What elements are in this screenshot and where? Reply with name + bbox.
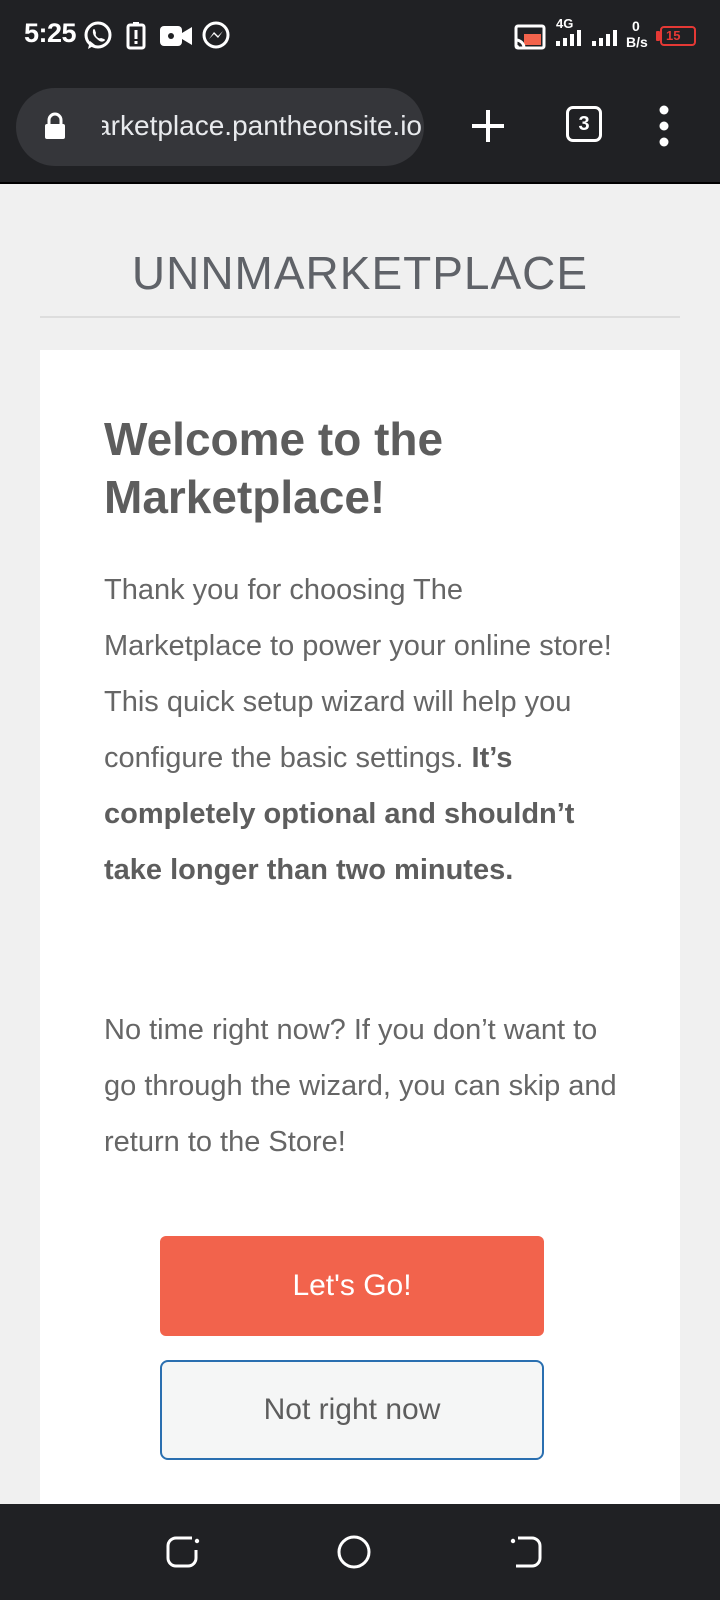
alert-icon [126,22,146,50]
not-right-now-button[interactable]: Not right now [160,1360,544,1460]
page-heading: Welcome to the Marketplace! [104,413,444,523]
skip-paragraph: No time right now? If you don’t want to … [104,1014,617,1158]
tab-switcher-button[interactable]: 3 [566,106,602,142]
address-bar[interactable]: unnmarketplace.pantheonsite.io [16,88,424,166]
browser-toolbar: unnmarketplace.pantheonsite.io 3 [0,72,720,184]
intro-paragraph: Thank you for choosing The Marketplace t… [104,562,624,898]
site-title[interactable]: UNNMARKETPLACE [40,238,680,300]
site-header: UNNMARKETPLACE [40,238,680,318]
signal-icon [592,30,617,46]
network-type: 4G [556,16,574,31]
battery-cap [656,31,660,41]
status-bar: 5:25 4G 0 B/s 15 [0,0,720,72]
lets-go-button[interactable]: Let's Go! [160,1236,544,1336]
setup-wizard-card: Welcome to the Marketplace! Thank you fo… [40,350,680,1504]
intro-text: Thank you for choosing The Marketplace t… [104,574,612,774]
recent-apps-icon[interactable] [164,1532,204,1572]
battery-level: 15 [666,28,681,43]
new-tab-button[interactable] [464,102,512,150]
lock-icon [45,112,65,139]
video-icon [160,26,192,46]
signal-icon [556,30,581,46]
overflow-menu-icon[interactable] [650,102,678,150]
navigation-bar [0,1504,720,1600]
whatsapp-icon [84,21,112,49]
messenger-icon [202,21,230,49]
data-rate-unit: B/s [626,34,648,50]
status-time: 5:25 [24,18,77,48]
battery-icon: 15 [660,26,696,46]
url-text[interactable]: unnmarketplace.pantheonsite.io [102,110,422,142]
home-icon[interactable] [334,1532,374,1572]
data-rate-value: 0 [632,18,640,34]
back-icon[interactable] [506,1532,546,1572]
cast-icon [514,24,546,50]
